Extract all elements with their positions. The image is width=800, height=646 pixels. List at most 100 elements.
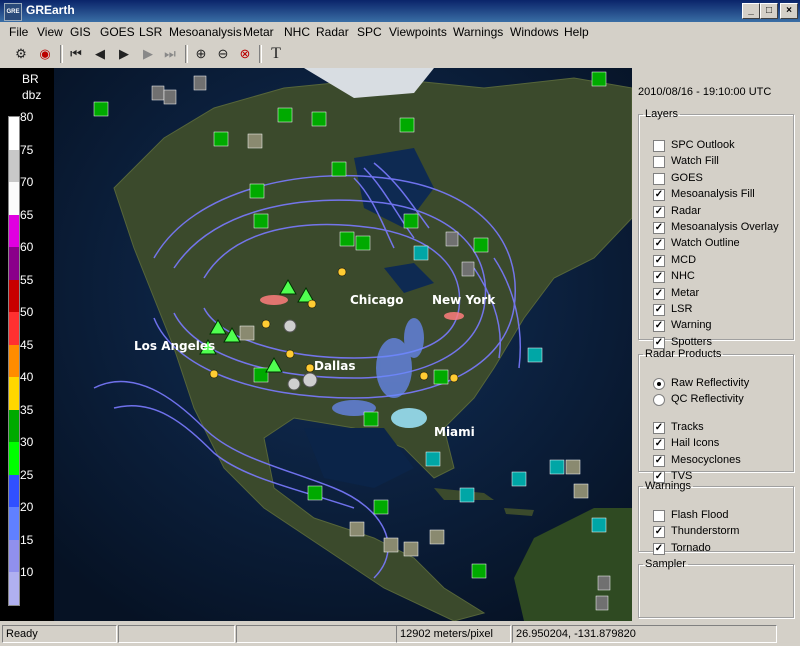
title-bar: GRE GREarth _ □ × — [0, 0, 800, 22]
color-scale-bar — [8, 116, 20, 606]
radio-button[interactable] — [653, 394, 665, 407]
checkbox[interactable]: ✓ — [653, 422, 665, 434]
menu-help[interactable]: Help — [564, 25, 589, 39]
toolbar-separator — [185, 45, 188, 63]
sampler-group: Sampler — [638, 558, 794, 618]
step-back-icon[interactable]: ◀ — [91, 45, 109, 63]
close-button[interactable]: × — [780, 3, 798, 19]
status-scale: 12902 meters/pixel — [396, 625, 511, 643]
legend-tick-label: 10 — [20, 565, 34, 580]
city-label: Miami — [434, 425, 475, 439]
city-label: Los Angeles — [134, 339, 215, 353]
checkbox[interactable]: ✓ — [653, 454, 665, 467]
menu-gis[interactable]: GIS — [70, 25, 91, 39]
menu-mesoanalysis[interactable]: Mesoanalysis — [169, 25, 242, 39]
color-scale-segment — [9, 182, 19, 216]
menu-radar[interactable]: Radar — [316, 25, 349, 39]
checkbox-label: Mesocyclones — [671, 453, 741, 466]
color-scale-segment — [9, 247, 19, 281]
legend-tick-label: 35 — [20, 402, 34, 417]
checkbox[interactable] — [653, 510, 665, 522]
color-scale-segment — [9, 149, 19, 183]
status-bar: Ready 12902 meters/pixel 26.950204, -131… — [0, 623, 800, 646]
menu-windows[interactable]: Windows — [510, 25, 559, 39]
checkbox[interactable]: ✓ — [653, 526, 665, 539]
legend-unit: dbz — [22, 88, 42, 102]
color-scale-segment — [9, 279, 19, 313]
color-scale-segment — [9, 409, 19, 443]
checkbox-label: NHC — [671, 270, 695, 283]
radio-label: Raw Reflectivity — [671, 377, 750, 389]
legend-tick-label: 40 — [20, 370, 34, 385]
city-label: Chicago — [350, 293, 404, 307]
radio-button[interactable] — [653, 378, 665, 390]
color-scale-segment — [9, 442, 19, 476]
status-empty — [118, 625, 235, 643]
layers-group: Layers SPC Outlook Watch Fill GOES ✓ Mesoana… — [638, 108, 794, 349]
menu-viewpoints[interactable]: Viewpoints — [389, 25, 447, 39]
checkbox-label: Flash Flood — [671, 509, 729, 521]
zoom-in-icon[interactable]: ⊕ — [192, 45, 210, 63]
legend-tick-label: 15 — [20, 532, 34, 547]
map-view[interactable]: Los Angeles Dallas Chicago New York Miam… — [54, 68, 632, 621]
map-canvas[interactable]: Los Angeles Dallas Chicago New York Miam… — [54, 68, 632, 621]
checkbox[interactable]: ✓ — [653, 254, 665, 267]
checkbox[interactable]: ✓ — [653, 320, 665, 333]
checkbox-label: GOES — [671, 171, 703, 184]
checkbox[interactable]: ✓ — [653, 238, 665, 251]
checkbox[interactable]: ✓ — [653, 205, 665, 218]
checkbox[interactable]: ✓ — [653, 438, 665, 451]
checkbox[interactable] — [653, 172, 665, 185]
checkbox[interactable]: ✓ — [653, 542, 665, 555]
menu-bar: File View GIS GOES LSR Mesoanalysis Meta… — [0, 22, 800, 41]
radar-products-title: Radar Products — [645, 348, 722, 360]
checkbox-label: Warning — [671, 319, 712, 332]
checkbox[interactable]: ✓ — [653, 336, 665, 349]
checkbox[interactable]: ✓ — [653, 287, 665, 300]
menu-spc[interactable]: SPC — [357, 25, 382, 39]
radar-site-icon[interactable]: ◉ — [36, 45, 54, 63]
checkbox[interactable]: ✓ — [653, 304, 665, 316]
checkbox[interactable] — [653, 156, 665, 169]
legend-tick-label: 60 — [20, 240, 34, 255]
legend-tick-label: 80 — [20, 110, 34, 124]
checkbox[interactable]: ✓ — [653, 222, 665, 234]
legend-tick-label: 70 — [20, 175, 34, 190]
menu-nhc[interactable]: NHC — [284, 25, 310, 39]
zoom-reset-icon[interactable]: ⊗ — [236, 45, 254, 63]
color-scale-segment — [9, 539, 19, 573]
last-frame-icon[interactable]: ⏭ — [161, 45, 179, 63]
checkbox-label: Watch Fill — [671, 155, 719, 168]
app-icon: GRE — [4, 3, 22, 21]
play-icon[interactable]: ▶ — [115, 45, 133, 63]
maximize-button[interactable]: □ — [760, 3, 778, 19]
menu-warnings[interactable]: Warnings — [453, 25, 503, 39]
window-title: GREarth — [26, 3, 75, 17]
first-frame-icon[interactable]: ⏮ — [67, 45, 85, 63]
checkbox-label: Watch Outline — [671, 237, 740, 250]
settings-icon[interactable]: ⚙ — [12, 45, 30, 63]
checkbox-label: Tornado — [671, 541, 711, 554]
checkbox[interactable] — [653, 140, 665, 152]
checkbox[interactable]: ✓ — [653, 271, 665, 284]
menu-file[interactable]: File — [9, 25, 28, 39]
checkbox-label: LSR — [671, 303, 693, 315]
checkbox-label: Metar — [671, 286, 700, 299]
legend-tick-label: 50 — [20, 305, 34, 320]
legend-tick-label: 75 — [20, 142, 34, 157]
step-forward-icon[interactable]: ▶ — [139, 45, 157, 63]
color-scale-segment — [9, 214, 19, 248]
legend-tick-label: 45 — [20, 337, 34, 352]
minimize-button[interactable]: _ — [742, 3, 760, 19]
menu-goes[interactable]: GOES — [100, 25, 135, 39]
menu-lsr[interactable]: LSR — [139, 25, 162, 39]
menu-metar[interactable]: Metar — [243, 25, 274, 39]
menu-view[interactable]: View — [37, 25, 63, 39]
toolbar: ⚙ ◉ ⏮ ◀ ▶ ▶ ⏭ ⊕ ⊖ ⊗ T — [0, 41, 800, 69]
radar-products-group: Radar Products Raw Reflectivity QC Reflec… — [638, 348, 794, 484]
color-scale-segment — [9, 344, 19, 378]
zoom-out-icon[interactable]: ⊖ — [214, 45, 232, 63]
text-tool-icon[interactable]: T — [267, 45, 285, 63]
city-label: New York — [432, 293, 496, 307]
checkbox[interactable]: ✓ — [653, 189, 665, 202]
